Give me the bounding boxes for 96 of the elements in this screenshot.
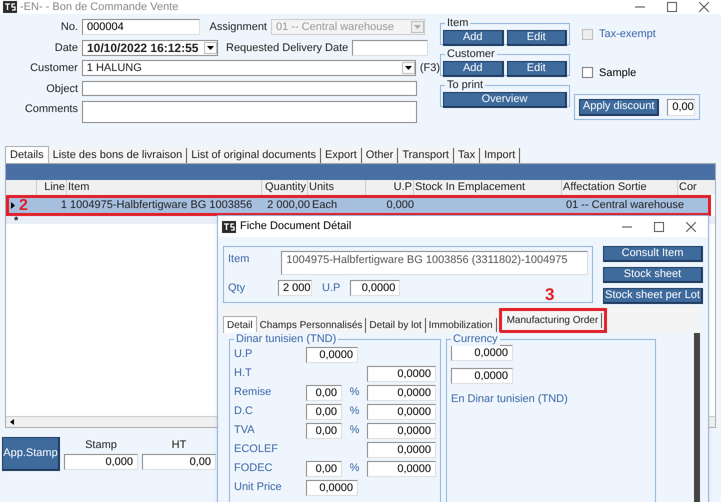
action-button[interactable]: Add (443, 61, 504, 77)
field-label: No. (60, 21, 78, 33)
field-label: Qty (228, 281, 246, 296)
annotation-number: 2 (19, 198, 28, 213)
field-label: Stamp (85, 438, 117, 453)
tab[interactable]: Liste des bons de livraison (48, 148, 188, 163)
checkbox-label: Sample (599, 66, 636, 80)
percent-sign: % (348, 461, 360, 476)
text-field[interactable]: 0,0000 (367, 366, 436, 382)
annotation-number: 3 (545, 286, 554, 304)
table-cell-text: Each (311, 198, 338, 213)
table-cell-text: 0,000 (385, 198, 415, 213)
tab[interactable]: Transport (398, 148, 454, 163)
comments-field[interactable] (82, 101, 417, 123)
tab[interactable]: Export (321, 148, 362, 163)
maximize-icon[interactable] (654, 222, 664, 232)
item-field[interactable]: 1004975-Halbfertigware BG 1003856 (3311802)-1004975 (281, 251, 588, 275)
table-cell-text: 1004975-Halbfertigware BG 1003856 (69, 198, 254, 213)
field-label: Requested Delivery Date (226, 40, 348, 56)
field-label: D.C (234, 404, 254, 420)
field-label: Unit Price (234, 480, 283, 496)
text-field[interactable]: 0,00 (306, 422, 342, 438)
text-field[interactable]: 0,0000 (367, 384, 436, 400)
table-cell-text: 1 (60, 198, 68, 213)
tab[interactable]: Other (362, 148, 398, 163)
text-field[interactable]: 0,00 (667, 98, 695, 116)
text-field[interactable]: 0,0000 (350, 280, 400, 296)
action-button[interactable]: App.Stamp (2, 437, 60, 471)
field-label: Comments (24, 103, 78, 115)
action-button[interactable]: Apply discount (579, 98, 660, 116)
text-field[interactable]: 0,000 (64, 454, 138, 470)
tab[interactable]: Champs Personnalisés (256, 318, 366, 333)
text-field[interactable]: 0,00 (142, 454, 216, 470)
action-button[interactable]: Stock sheet (603, 267, 703, 283)
dialog-title: Fiche Document Détail (240, 219, 352, 234)
field-label: Assignment (210, 21, 267, 33)
text-field[interactable]: 0,00 (306, 404, 342, 420)
app-logo-icon (222, 220, 236, 232)
text-field[interactable]: 0,0000 (306, 480, 358, 496)
group-title: Currency (451, 332, 500, 346)
action-button[interactable]: Add (443, 30, 504, 46)
action-button[interactable]: Edit (506, 30, 567, 46)
text-field[interactable]: 0,0000 (367, 460, 436, 476)
text-field[interactable]: 2 000, (278, 280, 312, 296)
text-field[interactable]: 0,0000 (306, 346, 358, 362)
field-label: Date (54, 42, 78, 54)
field-label: H.T (234, 366, 253, 382)
object-field[interactable] (82, 81, 417, 96)
field-label: U.P (322, 281, 340, 296)
maximize-icon[interactable] (667, 2, 677, 12)
field-label: Item (228, 252, 250, 267)
group-title: Dinar tunisien (TND) (234, 332, 338, 346)
action-button[interactable]: Consult Item (603, 246, 703, 262)
tab[interactable]: Detail (223, 316, 257, 333)
field-label: Object (46, 82, 78, 94)
scroll-left-icon[interactable] (10, 419, 14, 425)
shortcut-hint: (F3) (420, 61, 440, 76)
group-title: To print (445, 78, 486, 92)
text-field[interactable]: 000004 (82, 19, 200, 36)
close-icon[interactable] (699, 2, 709, 12)
text-field[interactable]: 0,0000 (451, 345, 513, 361)
field-label: Customer (30, 62, 78, 74)
tab[interactable]: List of original documents (187, 148, 321, 163)
field-label: TVA (234, 423, 256, 438)
field-label: HT (172, 438, 186, 453)
checkbox-label: Tax-exempt (599, 27, 656, 42)
dropdown-caret-icon[interactable] (402, 62, 415, 74)
text-field[interactable] (352, 40, 428, 56)
new-row-marker: * (13, 216, 18, 224)
percent-sign: % (348, 404, 360, 420)
vertical-scrollbar[interactable] (694, 333, 700, 502)
action-button[interactable]: Overview (443, 92, 567, 108)
close-icon[interactable] (686, 222, 696, 232)
percent-sign: % (348, 385, 360, 400)
action-button[interactable]: Edit (506, 61, 567, 77)
checkbox[interactable] (582, 67, 593, 78)
text-field[interactable]: 0,0000 (367, 422, 436, 438)
field-label: ECOLEF (234, 442, 280, 458)
tab[interactable]: Tax (454, 148, 480, 163)
tab[interactable]: Immobilization (426, 318, 497, 333)
text-field[interactable]: 0,00 (306, 384, 342, 400)
percent-sign: % (348, 423, 360, 438)
currency-note: En Dinar tunisien (TND) (451, 392, 569, 407)
tab[interactable]: Import (480, 148, 520, 163)
text-field[interactable]: 0,00 (306, 460, 342, 476)
text-field[interactable]: 0,0000 (367, 404, 436, 420)
action-button[interactable]: Stock sheet per Lot (603, 288, 703, 304)
field-label: Remise (234, 385, 272, 400)
table-cell-text: 2 000,00 (266, 198, 310, 213)
tab[interactable]: Details (5, 146, 49, 163)
field-label: FODEC (234, 461, 274, 476)
field-label: U.P (234, 347, 254, 362)
window-title: -EN- - Bon de Commande Vente (20, 0, 178, 15)
text-field[interactable]: 0,0000 (367, 442, 436, 458)
text-field[interactable]: 0,0000 (451, 368, 513, 384)
current-row-icon (11, 202, 15, 209)
